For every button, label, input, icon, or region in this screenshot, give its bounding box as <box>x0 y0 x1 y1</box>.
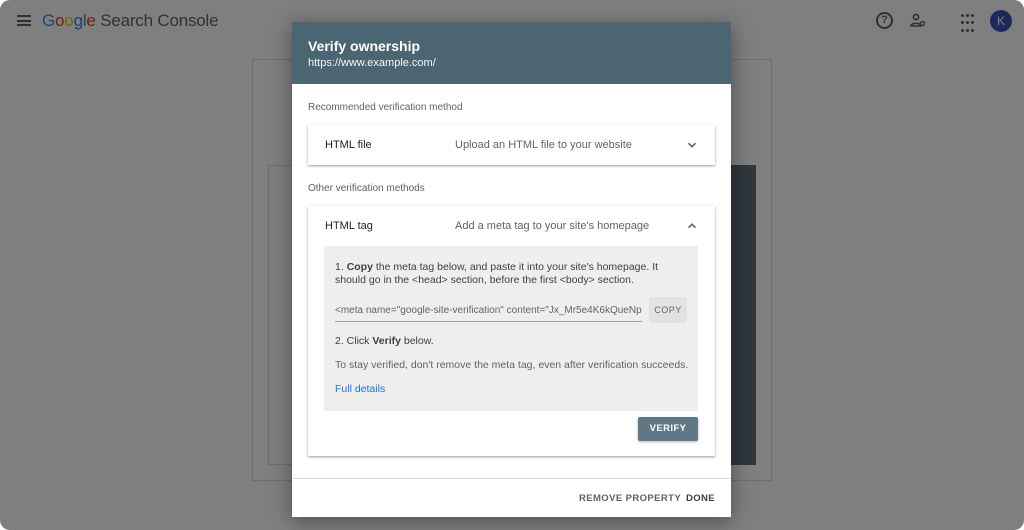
other-methods-label: Other verification methods <box>308 183 425 194</box>
property-url: https://www.example.com/ <box>308 57 436 69</box>
step-text: below. <box>400 335 434 347</box>
meta-tag-row: <meta name="google-site-verification" co… <box>335 297 688 323</box>
step-number: 1. <box>335 261 347 273</box>
verify-ownership-dialog: Verify ownership https://www.example.com… <box>292 22 731 517</box>
method-header-html-file[interactable]: HTML file Upload an HTML file to your we… <box>308 125 715 165</box>
copy-button[interactable]: COPY <box>649 297 687 323</box>
method-description: Add a meta tag to your site's homepage <box>455 220 650 232</box>
step-2-text: 2. Click Verify below. <box>335 335 434 348</box>
step-emphasis: Verify <box>372 335 401 347</box>
verify-button[interactable]: VERIFY <box>638 417 698 441</box>
chevron-up-icon[interactable] <box>686 220 698 232</box>
stay-verified-note: To stay verified, don't remove the meta … <box>335 359 689 371</box>
full-details-link[interactable]: Full details <box>335 383 385 396</box>
recommended-method-label: Recommended verification method <box>308 102 463 113</box>
dialog-header: Verify ownership https://www.example.com… <box>292 22 731 84</box>
dialog-footer: REMOVE PROPERTY DONE <box>292 478 731 517</box>
method-card-html-file[interactable]: HTML file Upload an HTML file to your we… <box>308 125 715 165</box>
html-tag-instructions: 1. Copy the meta tag below, and paste it… <box>324 246 698 411</box>
done-button[interactable]: DONE <box>686 493 715 504</box>
step-1-text: 1. Copy the meta tag below, and paste it… <box>335 261 687 287</box>
method-name: HTML tag <box>325 220 373 232</box>
method-description: Upload an HTML file to your website <box>455 139 632 151</box>
dialog-body[interactable]: Recommended verification method HTML fil… <box>292 84 731 478</box>
method-header-html-tag[interactable]: HTML tag Add a meta tag to your site's h… <box>308 206 715 246</box>
meta-tag-field[interactable]: <meta name="google-site-verification" co… <box>335 304 642 322</box>
step-emphasis: Copy <box>346 261 373 273</box>
dialog-title: Verify ownership <box>308 38 421 54</box>
chevron-down-icon[interactable] <box>686 139 698 151</box>
method-name: HTML file <box>325 139 372 151</box>
step-text: the meta tag below, and paste it into yo… <box>335 261 659 286</box>
remove-property-button[interactable]: REMOVE PROPERTY <box>579 493 681 504</box>
step-text: 2. Click <box>335 335 373 347</box>
method-card-html-tag[interactable]: HTML tag Add a meta tag to your site's h… <box>308 206 715 456</box>
